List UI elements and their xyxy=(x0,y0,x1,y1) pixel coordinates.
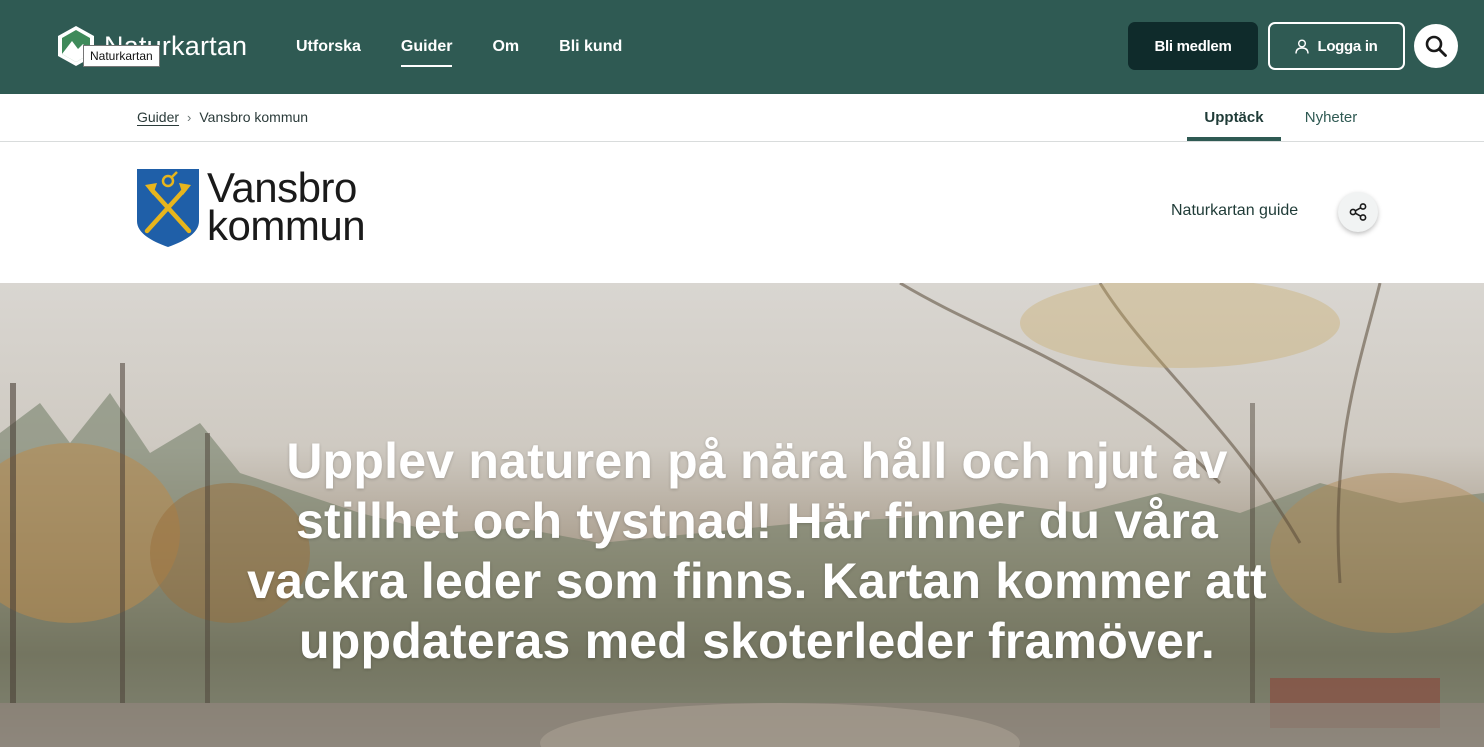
main-nav: Utforska Guider Om Bli kund xyxy=(296,0,622,94)
breadcrumb: Guider › Vansbro kommun xyxy=(137,94,308,140)
breadcrumb-separator: › xyxy=(187,109,192,125)
login-button-label: Logga in xyxy=(1317,37,1378,55)
share-button[interactable] xyxy=(1338,192,1378,232)
brand-tooltip: Naturkartan xyxy=(83,45,160,67)
search-icon xyxy=(1425,35,1447,57)
nav-item-guider[interactable]: Guider xyxy=(400,0,452,94)
breadcrumb-current: Vansbro kommun xyxy=(199,109,309,125)
hero-banner: Upplev naturen på nära håll och njut av … xyxy=(0,283,1484,747)
user-icon xyxy=(1295,39,1310,54)
nav-item-om[interactable]: Om xyxy=(492,0,519,94)
organization-name: Vansbro kommun xyxy=(207,167,366,249)
nav-item-utforska[interactable]: Utforska xyxy=(296,0,361,94)
breadcrumb-link-guider[interactable]: Guider xyxy=(137,109,179,125)
sub-navigation: Guider › Vansbro kommun Upptäck Nyheter xyxy=(0,94,1484,142)
guide-label: Naturkartan guide xyxy=(1171,202,1299,219)
coat-of-arms-icon xyxy=(137,169,199,247)
vansbro-logo[interactable]: Vansbro kommun xyxy=(137,167,366,249)
sub-tabs: Upptäck Nyheter xyxy=(1187,94,1381,141)
tab-upptack[interactable]: Upptäck xyxy=(1187,94,1281,141)
become-member-button[interactable]: Bli medlem xyxy=(1128,22,1258,70)
organization-name-line2: kommun xyxy=(207,202,366,249)
login-button[interactable]: Logga in xyxy=(1268,22,1405,70)
nav-item-bli-kund[interactable]: Bli kund xyxy=(559,0,622,94)
top-navigation: Naturkartan Naturkartan Utforska Guider … xyxy=(0,0,1484,94)
hero-title: Upplev naturen på nära håll och njut av … xyxy=(247,433,1267,669)
search-button[interactable] xyxy=(1414,24,1458,68)
share-icon xyxy=(1349,203,1367,221)
tab-nyheter[interactable]: Nyheter xyxy=(1281,94,1381,141)
organization-header: Vansbro kommun Naturkartan guide xyxy=(0,142,1484,283)
